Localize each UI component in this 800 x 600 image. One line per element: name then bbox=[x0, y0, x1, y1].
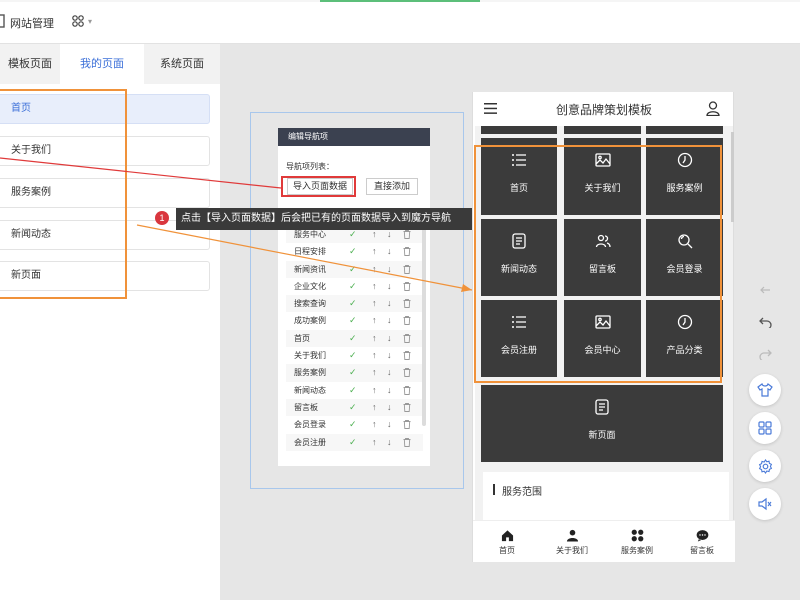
user-icon[interactable] bbox=[706, 101, 720, 116]
document-icon bbox=[594, 399, 610, 415]
chat-icon bbox=[696, 529, 709, 542]
step-number-badge: 1 bbox=[155, 211, 169, 225]
modules-button[interactable] bbox=[749, 412, 781, 444]
footer-nav-label: 关于我们 bbox=[556, 546, 588, 555]
preview-footer-nav: 首页 关于我们 服务案例 留言板 bbox=[473, 520, 735, 562]
redo-icon[interactable] bbox=[756, 345, 774, 363]
grid-icon bbox=[631, 529, 644, 542]
orange-connector-line bbox=[136, 224, 473, 291]
preview-site-title: 创意品牌策划模板 bbox=[555, 103, 652, 117]
user-icon bbox=[566, 529, 579, 542]
nav-tile-label: 新页面 bbox=[588, 430, 616, 440]
gear-icon bbox=[758, 458, 772, 474]
nav-tile[interactable]: 新页面 bbox=[481, 385, 723, 462]
footer-nav-label: 留言板 bbox=[690, 546, 714, 555]
red-connector-line bbox=[0, 157, 282, 189]
shirt-icon bbox=[757, 383, 773, 397]
footer-nav-item[interactable]: 留言板 bbox=[669, 521, 735, 556]
undo-icon[interactable] bbox=[756, 313, 774, 331]
sound-button[interactable] bbox=[749, 488, 781, 520]
footer-nav-item[interactable]: 首页 bbox=[474, 521, 540, 556]
footer-nav-item[interactable]: 服务案例 bbox=[604, 521, 670, 556]
footer-nav-label: 首页 bbox=[499, 546, 515, 555]
back-arrow-icon[interactable] bbox=[756, 281, 774, 299]
footer-nav-item[interactable]: 关于我们 bbox=[539, 521, 605, 556]
tile-row-partial bbox=[646, 126, 723, 134]
grid-icon bbox=[758, 421, 772, 435]
service-scope-section: 服务范围 bbox=[483, 472, 729, 520]
settings-button[interactable] bbox=[749, 450, 781, 482]
tile-row-partial bbox=[564, 126, 641, 134]
tile-row-partial bbox=[481, 126, 557, 134]
home-icon bbox=[501, 529, 514, 542]
section-title: 服务范围 bbox=[502, 487, 542, 498]
magic-nav-highlight bbox=[474, 145, 722, 383]
speaker-icon bbox=[757, 497, 771, 511]
preview-header: 创意品牌策划模板 bbox=[473, 92, 735, 126]
section-marker bbox=[493, 484, 495, 495]
instruction-tooltip: 点击【导入页面数据】后会把已有的页面数据导入到魔方导航 bbox=[176, 208, 474, 230]
preview-scrollbar[interactable] bbox=[731, 132, 734, 222]
theme-shirt-button[interactable] bbox=[749, 374, 781, 406]
arrow-head-icon bbox=[461, 284, 472, 292]
footer-nav-label: 服务案例 bbox=[621, 546, 653, 555]
